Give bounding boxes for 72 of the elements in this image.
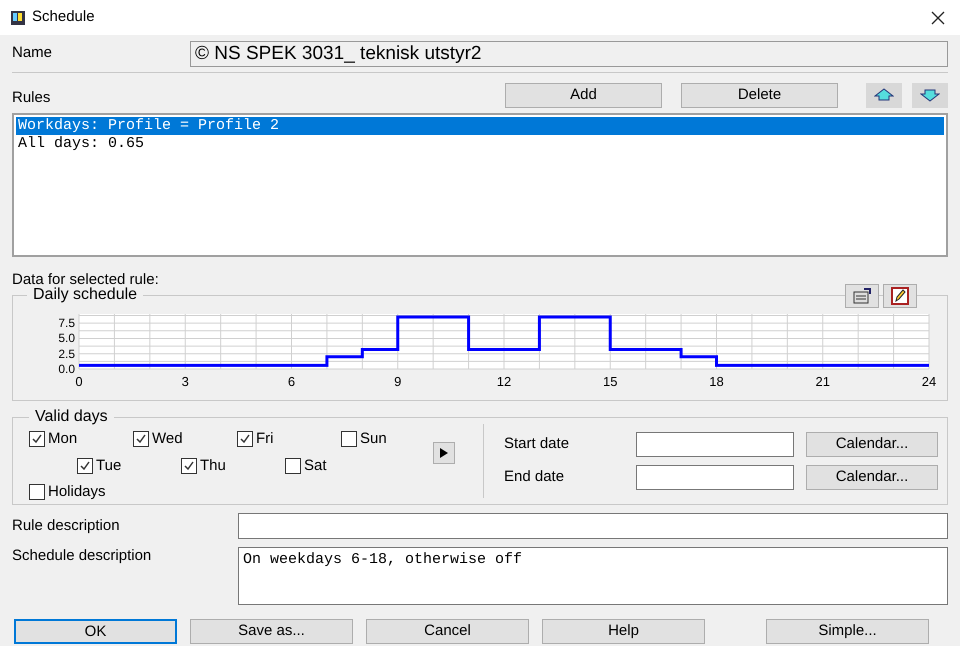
- x-tick-label: 21: [816, 374, 830, 389]
- checkbox-label: Sun: [360, 429, 387, 449]
- date-label: Start date: [504, 434, 570, 454]
- down-arrow-icon: [920, 88, 940, 102]
- checkbox[interactable]: [133, 431, 149, 448]
- close-icon: [931, 10, 945, 24]
- properties-button[interactable]: [845, 284, 879, 308]
- calendar-button[interactable]: Calendar...: [806, 465, 938, 490]
- rule-item[interactable]: All days: 0.65: [16, 135, 944, 153]
- check-icon: [135, 433, 147, 446]
- checkbox[interactable]: [181, 458, 197, 474]
- schedule-description-field[interactable]: On weekdays 6-18, otherwise off: [238, 547, 948, 605]
- checkbox-label: Mon: [48, 429, 78, 449]
- dialog-button[interactable]: Save as...: [190, 619, 353, 644]
- dialog-button[interactable]: Help: [542, 619, 705, 644]
- calendar-button[interactable]: Calendar...: [806, 432, 938, 457]
- add-button[interactable]: Add: [505, 82, 662, 108]
- group-title: Valid days: [29, 408, 114, 426]
- y-tick-label: 2.5: [58, 348, 75, 360]
- edit-button[interactable]: [883, 284, 917, 308]
- checkbox[interactable]: [285, 458, 301, 474]
- schedule-description-label: Schedule description: [12, 547, 152, 564]
- move-down-button[interactable]: [912, 82, 948, 108]
- y-tick-label: 5.0: [58, 332, 75, 344]
- date-label: End date: [504, 467, 566, 488]
- check-icon: [183, 460, 195, 472]
- checkbox-label: Fri: [256, 429, 274, 449]
- x-tick-label: 9: [394, 374, 402, 389]
- checkbox-label: Tue: [96, 456, 122, 476]
- checkbox[interactable]: [29, 484, 45, 500]
- check-icon: [31, 433, 43, 446]
- form-icon: [852, 288, 872, 304]
- x-tick-label: 0: [75, 374, 83, 389]
- pencil-icon: [891, 287, 909, 305]
- x-tick-label: 24: [922, 374, 936, 389]
- rules-label: Rules: [12, 88, 52, 108]
- y-tick-label: 0.0: [58, 363, 75, 375]
- delete-button[interactable]: Delete: [681, 82, 838, 108]
- checkbox[interactable]: [341, 431, 357, 448]
- x-tick-label: 18: [709, 374, 724, 389]
- checkbox-label: Sat: [304, 456, 327, 476]
- dialog-button[interactable]: Cancel: [366, 619, 529, 644]
- window-title: Schedule: [32, 7, 96, 28]
- name-label: Name: [12, 43, 54, 64]
- play-icon: [440, 448, 448, 458]
- y-tick-label: 7.5: [58, 317, 75, 330]
- dialog-button[interactable]: Simple...: [766, 619, 929, 644]
- check-icon: [239, 433, 251, 446]
- next-button[interactable]: [433, 442, 455, 464]
- dialog-button[interactable]: OK: [14, 619, 177, 644]
- checkbox-label: Thu: [200, 456, 226, 476]
- checkbox[interactable]: [237, 431, 253, 448]
- up-arrow-icon: [874, 88, 894, 102]
- x-tick-label: 6: [288, 374, 296, 389]
- x-tick-label: 3: [182, 374, 189, 389]
- move-up-button[interactable]: [866, 82, 902, 108]
- checkbox-label: Wed: [152, 429, 183, 449]
- rule-description-label: Rule description: [12, 516, 121, 536]
- x-tick-label: 15: [603, 374, 618, 389]
- check-icon: [79, 460, 91, 472]
- checkbox[interactable]: [29, 431, 45, 448]
- checkbox-label: Holidays: [48, 482, 106, 502]
- date-field[interactable]: [636, 465, 794, 490]
- name-field[interactable]: © NS SPEK 3031_ teknisk utstyr2: [190, 40, 948, 66]
- rule-description-field[interactable]: [238, 513, 948, 539]
- selected-rule-label: Data for selected rule:: [12, 271, 160, 288]
- app-icon: [10, 10, 26, 26]
- group-title: Daily schedule: [27, 286, 144, 304]
- checkbox[interactable]: [77, 458, 93, 474]
- date-field[interactable]: [636, 432, 794, 457]
- x-tick-label: 12: [496, 374, 512, 389]
- rule-item[interactable]: Workdays: Profile = Profile 2: [16, 117, 944, 135]
